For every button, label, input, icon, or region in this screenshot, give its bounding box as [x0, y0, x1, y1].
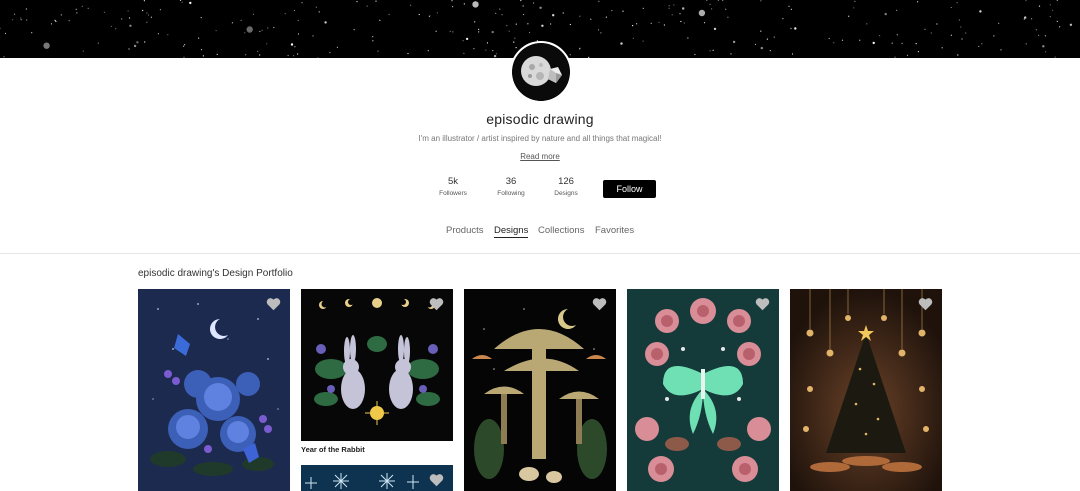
design-card[interactable]: [627, 289, 779, 491]
tab-designs[interactable]: Designs: [494, 225, 529, 238]
design-card[interactable]: [790, 289, 942, 491]
read-more-link[interactable]: Read more: [520, 152, 560, 161]
stat-designs[interactable]: 126 Designs: [536, 176, 596, 197]
heart-icon[interactable]: [755, 297, 770, 311]
heart-icon[interactable]: [429, 473, 444, 487]
avatar[interactable]: [510, 41, 572, 103]
design-card[interactable]: [301, 289, 453, 441]
moon-tree-artwork: [790, 289, 942, 491]
design-card[interactable]: [138, 289, 290, 491]
pansies-artwork: [138, 289, 290, 491]
followers-count: 5k: [447, 176, 459, 187]
designs-count: 126: [558, 176, 574, 187]
profile-bio: I'm an illustrator / artist inspired by …: [418, 134, 662, 143]
following-label: Following: [497, 190, 525, 197]
tab-products[interactable]: Products: [446, 225, 484, 236]
rabbits-artwork: [301, 289, 453, 441]
luna-moth-artwork: [627, 289, 779, 491]
stat-followers[interactable]: 5k Followers: [423, 176, 483, 197]
heart-icon[interactable]: [266, 297, 281, 311]
heart-icon[interactable]: [592, 297, 607, 311]
tab-collections[interactable]: Collections: [538, 225, 584, 236]
moon-and-gem-logo: [512, 43, 570, 101]
section-divider: [0, 253, 1080, 254]
following-count: 36: [505, 176, 517, 187]
portfolio-title: episodic drawing's Design Portfolio: [138, 268, 293, 279]
profile-tabs: Products Designs Collections Favorites: [0, 225, 1080, 241]
mushrooms-artwork: [464, 289, 616, 491]
design-card[interactable]: [464, 289, 616, 491]
tab-favorites[interactable]: Favorites: [595, 225, 634, 236]
design-card[interactable]: [301, 465, 453, 491]
stat-following[interactable]: 36 Following: [481, 176, 541, 197]
designs-label: Designs: [554, 190, 578, 197]
design-title[interactable]: Year of the Rabbit: [301, 445, 365, 454]
follow-button[interactable]: Follow: [603, 180, 656, 198]
followers-label: Followers: [439, 190, 467, 197]
heart-icon[interactable]: [429, 297, 444, 311]
heart-icon[interactable]: [918, 297, 933, 311]
profile-name: episodic drawing: [486, 111, 594, 127]
